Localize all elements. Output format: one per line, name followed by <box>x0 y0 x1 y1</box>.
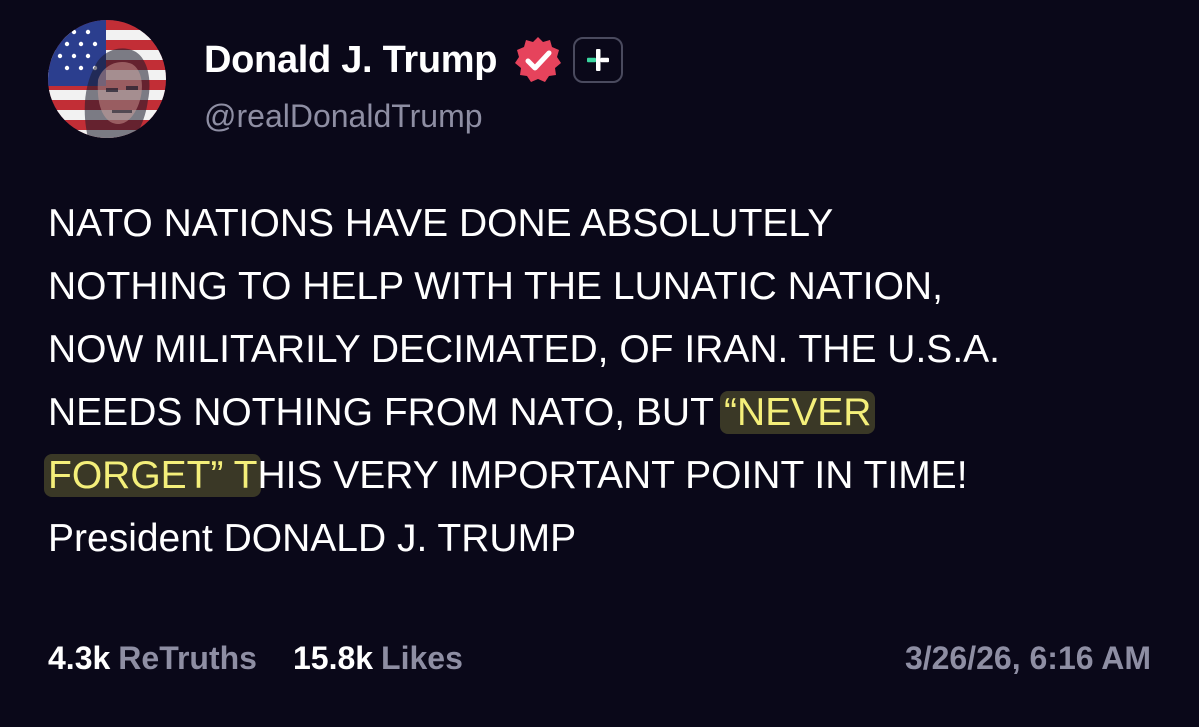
post-line: President DONALD J. TRUMP <box>48 507 1158 570</box>
likes-label: Likes <box>381 640 463 676</box>
post-line: FORGET” THIS VERY IMPORTANT POINT IN TIM… <box>44 444 1158 507</box>
post-text: NOW MILITARILY DECIMATED, OF IRAN. THE U… <box>48 328 1000 371</box>
highlighted-text: FORGET” T <box>44 454 262 497</box>
post-timestamp[interactable]: 3/26/26, 6:16 AM <box>905 640 1151 677</box>
verified-badge-icon <box>513 35 563 85</box>
likes-count: 15.8k <box>292 640 374 676</box>
author-display-name[interactable]: Donald J. Trump <box>204 39 498 82</box>
post-line: NOW MILITARILY DECIMATED, OF IRAN. THE U… <box>48 318 1158 381</box>
retruths-label: ReTruths <box>118 640 257 676</box>
post-line: NOTHING TO HELP WITH THE LUNATIC NATION, <box>48 255 1158 318</box>
post-card: Donald J. Trump @realDonaldTrump NATO NA… <box>0 0 1199 727</box>
post-body: NATO NATIONS HAVE DONE ABSOLUTELY NOTHIN… <box>44 192 1158 570</box>
post-text: NATO NATIONS HAVE DONE ABSOLUTELY <box>48 202 834 245</box>
post-text: NEEDS NOTHING FROM NATO, BUT <box>48 391 725 434</box>
retruths-count: 4.3k <box>48 640 111 676</box>
follow-button[interactable] <box>573 37 624 83</box>
post-line: NATO NATIONS HAVE DONE ABSOLUTELY <box>48 192 1158 255</box>
post-stats: 4.3k ReTruths 15.8k Likes <box>48 640 463 677</box>
plus-icon <box>587 49 610 71</box>
likes-stat[interactable]: 15.8k Likes <box>293 640 463 677</box>
post-signature: President DONALD J. TRUMP <box>48 517 577 560</box>
highlighted-text: “NEVER <box>720 391 876 434</box>
post-line: NEEDS NOTHING FROM NATO, BUT “NEVER <box>48 381 1158 444</box>
avatar[interactable] <box>48 20 166 138</box>
author-handle[interactable]: @realDonaldTrump <box>204 98 483 135</box>
retruths-stat[interactable]: 4.3k ReTruths <box>48 640 257 677</box>
avatar-image <box>48 20 166 138</box>
post-text: NOTHING TO HELP WITH THE LUNATIC NATION, <box>48 265 943 308</box>
author-row: Donald J. Trump <box>204 35 624 85</box>
post-text: HIS VERY IMPORTANT POINT IN TIME! <box>257 454 968 497</box>
